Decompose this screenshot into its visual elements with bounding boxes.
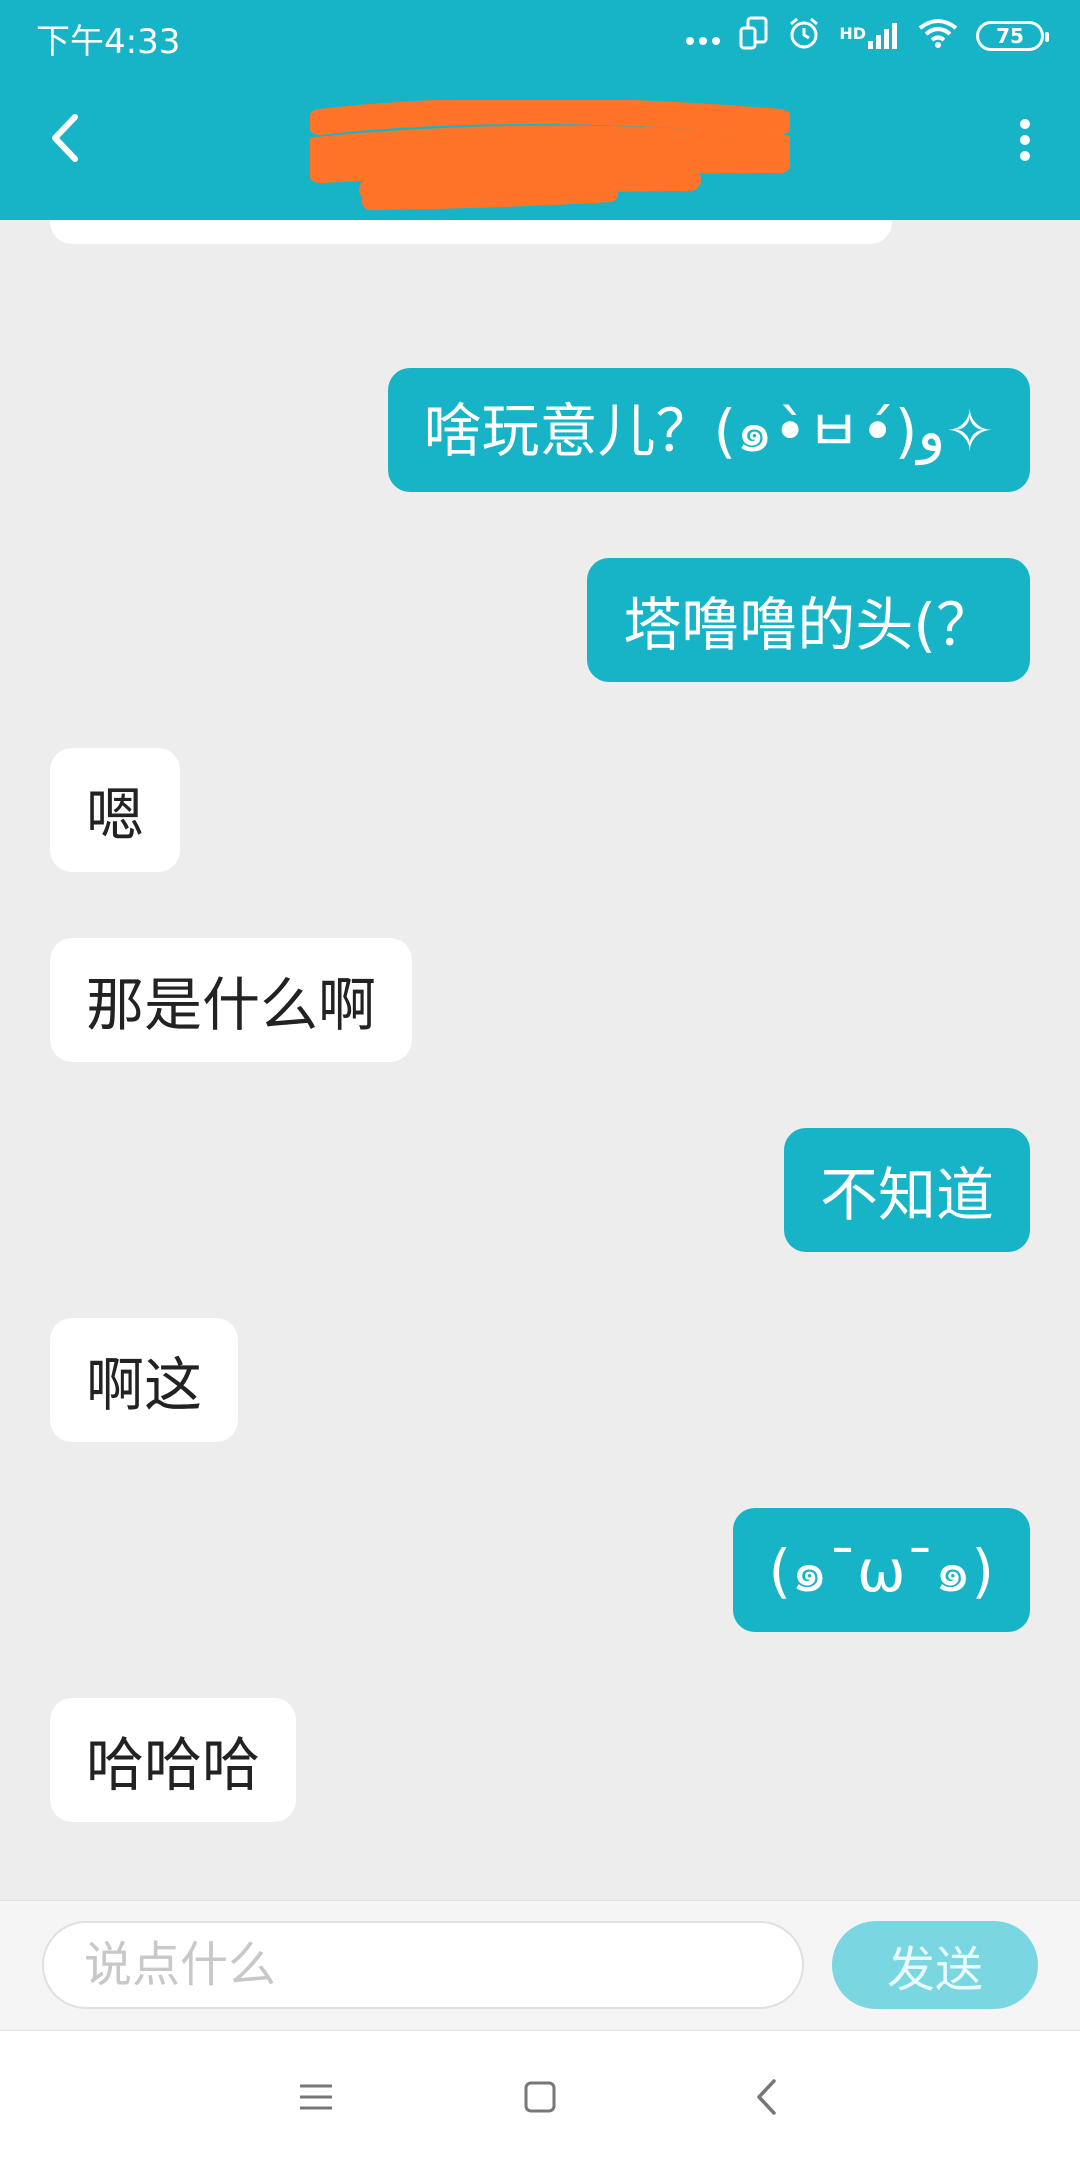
message-text: 啥玩意儿？(๑•̀ㅂ•́)و✧ (423, 396, 994, 465)
more-vertical-icon (1020, 119, 1030, 161)
nav-menu-button[interactable] (284, 2065, 348, 2129)
back-triangle-icon (757, 2079, 776, 2115)
message-text: 嗯 (86, 781, 145, 849)
message-bubble-outgoing: 啥玩意儿？(๑•̀ㅂ•́)و✧ (387, 368, 1030, 492)
nav-back-button[interactable] (734, 2065, 798, 2129)
redaction-scribble (310, 100, 790, 210)
app-header: 下午4:33 HD 75 (0, 0, 1080, 220)
more-options-button[interactable] (1010, 112, 1040, 168)
cell-signal-icon: HD (839, 21, 900, 51)
wifi-icon (918, 18, 958, 55)
message-bubble-incoming: 啥啊 (50, 220, 892, 244)
chat-messages[interactable]: 啥啊 啥玩意儿？(๑•̀ㅂ•́)و✧ 塔噜噜的头(？ 嗯 那是什么啊 不知道 啊… (0, 220, 1080, 1900)
nav-home-button[interactable] (508, 2065, 572, 2129)
battery-icon: 75 (976, 21, 1049, 51)
message-text: 塔噜噜的头(？ (623, 591, 994, 659)
home-square-icon (524, 2081, 556, 2113)
message-text: 哈哈哈 (86, 1731, 261, 1799)
screen-rotate-icon (739, 16, 769, 57)
message-bubble-incoming: 嗯 (50, 748, 181, 872)
alarm-icon (787, 16, 821, 57)
message-bubble-outgoing: 塔噜噜的头(？ (587, 558, 1030, 682)
status-time: 下午4:33 (36, 22, 181, 62)
message-text: 啊这 (86, 1351, 203, 1419)
more-dots-icon (685, 20, 721, 53)
system-nav-bar (0, 2030, 1080, 2160)
message-composer: 发送 (0, 1900, 1080, 2030)
chevron-left-icon (52, 114, 78, 162)
message-text: (๑¯ω¯๑) (768, 1536, 994, 1605)
message-bubble-incoming: 那是什么啊 (50, 938, 413, 1062)
status-icons: HD 75 (685, 12, 1049, 60)
hd-label: HD (839, 24, 866, 43)
message-text: 不知道 (819, 1161, 994, 1229)
message-bubble-incoming: 哈哈哈 (50, 1698, 297, 1822)
message-bubble-outgoing: (๑¯ω¯๑) (732, 1508, 1030, 1632)
menu-icon (300, 2084, 332, 2110)
send-button[interactable]: 发送 (832, 1921, 1038, 2009)
message-bubble-outgoing: 不知道 (783, 1128, 1030, 1252)
message-input[interactable] (42, 1921, 804, 2009)
message-bubble-incoming: 啊这 (50, 1318, 239, 1442)
message-text: 啥啊 (86, 220, 202, 224)
message-text: 那是什么啊 (86, 971, 377, 1039)
back-button[interactable] (36, 110, 92, 166)
